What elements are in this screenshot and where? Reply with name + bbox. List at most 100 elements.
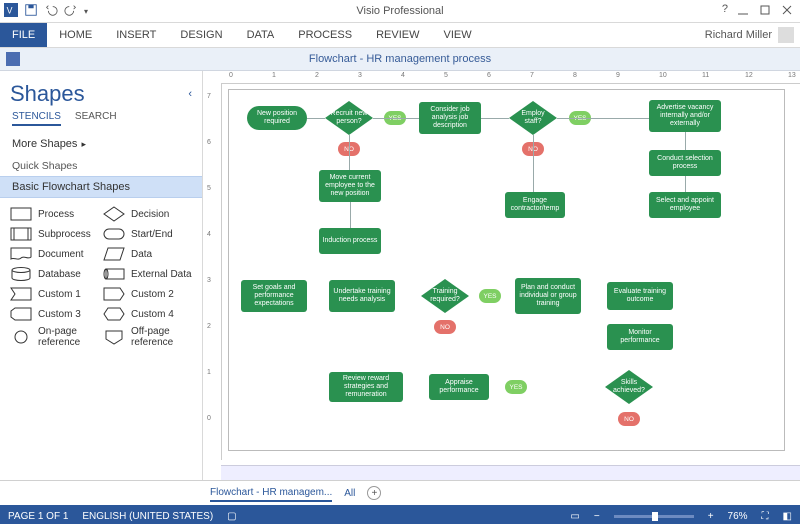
- zoom-in-icon[interactable]: +: [708, 511, 714, 522]
- svg-text:V: V: [7, 5, 13, 15]
- shape-evaluate[interactable]: Evaluate training outcome: [607, 282, 673, 310]
- document-bar: Flowchart - HR management process: [0, 48, 800, 71]
- shape-item-label: Data: [131, 249, 152, 260]
- shape-induction[interactable]: Induction process: [319, 228, 381, 254]
- ribbon-tabs: FILE HOME INSERT DESIGN DATA PROCESS REV…: [0, 23, 800, 48]
- shape-set-goals[interactable]: Set goals and performance expectations: [241, 280, 307, 312]
- shape-item-label: Database: [38, 269, 81, 280]
- tab-design[interactable]: DESIGN: [168, 23, 234, 47]
- search-tab[interactable]: SEARCH: [75, 111, 117, 126]
- shape-employ-decision[interactable]: Employ staff?: [509, 101, 557, 135]
- shape-palette-item[interactable]: On-page reference: [10, 326, 99, 348]
- shape-review-reward[interactable]: Review reward strategies and remuneratio…: [329, 372, 403, 402]
- zoom-value[interactable]: 76%: [728, 511, 748, 522]
- shape-palette-item[interactable]: Document: [10, 246, 99, 262]
- new-sheet-icon[interactable]: +: [367, 486, 381, 500]
- macro-record-icon[interactable]: ▢: [227, 511, 236, 522]
- shape-select-appoint[interactable]: Select and appoint employee: [649, 192, 721, 218]
- connector: [481, 118, 509, 119]
- tab-data[interactable]: DATA: [235, 23, 287, 47]
- shape-palette-item[interactable]: External Data: [103, 266, 192, 282]
- shape-palette-item[interactable]: Database: [10, 266, 99, 282]
- quick-access-toolbar: V ▾: [0, 3, 88, 20]
- shape-engage[interactable]: Engage contractor/temp: [505, 192, 565, 218]
- shape-skills-label: Skills achieved?: [609, 379, 649, 395]
- file-tab[interactable]: FILE: [0, 23, 47, 47]
- connector: [350, 202, 351, 228]
- sheet-tab-all[interactable]: All: [344, 488, 355, 499]
- shape-palette-item[interactable]: Process: [10, 206, 99, 222]
- redo-icon[interactable]: [64, 3, 78, 20]
- ruler-vertical: 76543210: [203, 83, 222, 460]
- fit-page-icon[interactable]: ⛶: [762, 511, 769, 522]
- drawing-page[interactable]: New position required Recruit new person…: [228, 89, 785, 451]
- connector: [349, 135, 350, 170]
- undo-icon[interactable]: [44, 3, 58, 20]
- shape-item-label: Custom 2: [131, 289, 174, 300]
- pan-zoom-icon[interactable]: ◧: [783, 511, 792, 522]
- tab-home[interactable]: HOME: [47, 23, 104, 47]
- shape-palette-item[interactable]: Custom 4: [103, 306, 192, 322]
- collapse-shapes-icon[interactable]: ‹: [188, 88, 192, 100]
- user-avatar-icon[interactable]: [778, 27, 794, 43]
- shape-item-label: Custom 1: [38, 289, 81, 300]
- pill-training-no: NO: [434, 320, 456, 334]
- shape-plan-conduct[interactable]: Plan and conduct individual or group tra…: [515, 278, 581, 314]
- user-name[interactable]: Richard Miller: [705, 29, 772, 41]
- quick-shapes-item[interactable]: Quick Shapes: [0, 156, 202, 176]
- shape-item-label: Start/End: [131, 229, 173, 240]
- shape-monitor[interactable]: Monitor performance: [607, 324, 673, 350]
- shape-skills-decision[interactable]: Skills achieved?: [605, 370, 653, 404]
- shape-item-label: On-page reference: [38, 326, 99, 348]
- shape-palette-item[interactable]: Custom 1: [10, 286, 99, 302]
- shape-item-label: Off-page reference: [131, 326, 192, 348]
- minimize-icon[interactable]: [736, 3, 750, 20]
- close-icon[interactable]: [780, 3, 794, 20]
- stencil-basic-flowchart[interactable]: Basic Flowchart Shapes: [0, 176, 202, 198]
- shape-move-current[interactable]: Move current employee to the new positio…: [319, 170, 381, 202]
- shape-palette-item[interactable]: Decision: [103, 206, 192, 222]
- save-icon[interactable]: [24, 3, 38, 20]
- shape-palette-item[interactable]: Off-page reference: [103, 326, 192, 348]
- shape-advertise[interactable]: Advertise vacancy internally and/or exte…: [649, 100, 721, 132]
- tab-view[interactable]: VIEW: [431, 23, 483, 47]
- restore-icon[interactable]: [758, 3, 772, 20]
- sheet-tab-bar: Flowchart - HR managem... All +: [0, 480, 800, 505]
- shape-item-label: Process: [38, 209, 74, 220]
- title-bar: V ▾ Visio Professional ?: [0, 0, 800, 23]
- sheet-tab-current[interactable]: Flowchart - HR managem...: [210, 485, 332, 502]
- shape-appraise[interactable]: Appraise performance: [429, 374, 489, 400]
- more-shapes-button[interactable]: More Shapes ▸: [0, 132, 202, 156]
- drawing-canvas[interactable]: 012345678910111213 76543210 New position…: [203, 71, 800, 480]
- shape-item-label: Document: [38, 249, 84, 260]
- shape-item-label: Subprocess: [38, 229, 91, 240]
- stencils-tab[interactable]: STENCILS: [12, 111, 61, 126]
- zoom-out-icon[interactable]: −: [594, 511, 600, 522]
- ruler-horizontal: 012345678910111213: [221, 71, 800, 84]
- shape-conduct-selection[interactable]: Conduct selection process: [649, 150, 721, 176]
- shape-recruit-label: Recruit new person?: [329, 110, 369, 126]
- chevron-right-icon: ▸: [81, 139, 86, 150]
- shape-undertake[interactable]: Undertake training needs analysis: [329, 280, 395, 312]
- zoom-slider[interactable]: [614, 515, 694, 518]
- horizontal-scrollbar[interactable]: [221, 465, 800, 480]
- shape-consider[interactable]: Consider job analysis job description: [419, 102, 481, 134]
- connector: [373, 118, 419, 119]
- help-icon[interactable]: ?: [722, 3, 728, 20]
- shape-new-position[interactable]: New position required: [247, 106, 307, 130]
- shape-palette-item[interactable]: Subprocess: [10, 226, 99, 242]
- shape-palette-item[interactable]: Start/End: [103, 226, 192, 242]
- shape-palette-item[interactable]: Data: [103, 246, 192, 262]
- qat-dropdown-icon[interactable]: ▾: [84, 7, 88, 16]
- tab-process[interactable]: PROCESS: [286, 23, 364, 47]
- shape-training-decision[interactable]: Training required?: [421, 279, 469, 313]
- tab-review[interactable]: REVIEW: [364, 23, 431, 47]
- workspace: Shapes ‹ STENCILS SEARCH More Shapes ▸ Q…: [0, 71, 800, 480]
- presentation-mode-icon[interactable]: ▭: [570, 511, 579, 522]
- tab-insert[interactable]: INSERT: [104, 23, 168, 47]
- shape-palette-item[interactable]: Custom 2: [103, 286, 192, 302]
- shape-palette-item[interactable]: Custom 3: [10, 306, 99, 322]
- shape-recruit-decision[interactable]: Recruit new person?: [325, 101, 373, 135]
- shape-item-label: Custom 4: [131, 309, 174, 320]
- status-language[interactable]: ENGLISH (UNITED STATES): [82, 511, 213, 522]
